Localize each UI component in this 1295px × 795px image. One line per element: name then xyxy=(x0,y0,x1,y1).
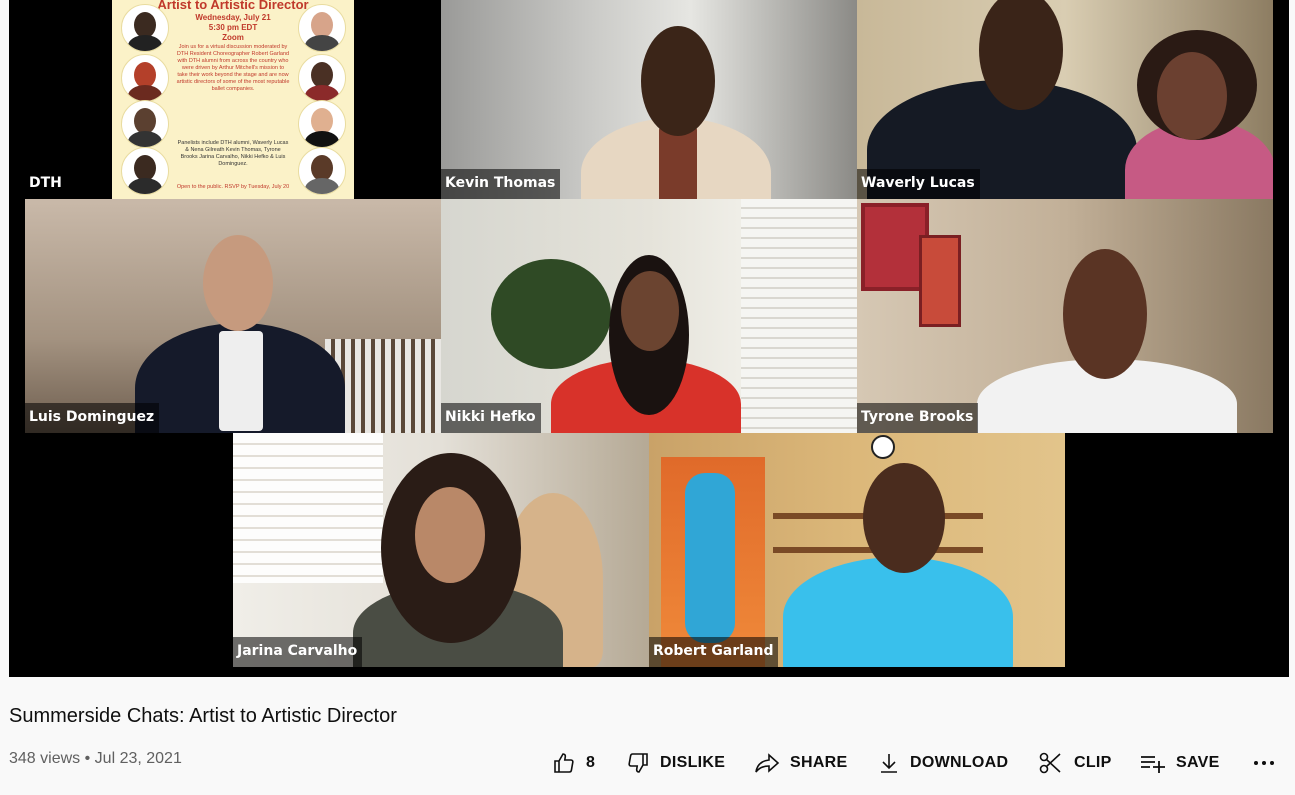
flyer-panelists: Panelists include DTH alumni, Waverly Lu… xyxy=(177,140,289,167)
dislike-button[interactable]: DISLIKE xyxy=(626,745,725,781)
dislike-label: DISLIKE xyxy=(660,754,726,771)
participant-tile-nikki-hefko: Nikki Hefko xyxy=(441,199,857,433)
more-actions-button[interactable] xyxy=(1252,745,1286,781)
like-button[interactable]: 8 xyxy=(552,745,595,781)
participant-tile-jarina-carvalho: Jarina Carvalho xyxy=(233,433,649,667)
participant-tile-robert-garland: Robert Garland xyxy=(649,433,1065,667)
flyer-description: Join us for a virtual discussion moderat… xyxy=(176,44,290,92)
participant-name: Kevin Thomas xyxy=(441,169,561,199)
video-title: Summerside Chats: Artist to Artistic Dir… xyxy=(9,705,397,727)
participant-name: DTH xyxy=(25,169,67,199)
video-player[interactable]: Artist to Artistic Director Wednesday, J… xyxy=(9,0,1289,677)
flyer-avatar xyxy=(298,54,346,102)
playlist-add-icon xyxy=(1141,756,1165,773)
participant-tile-luis-dominguez: Luis Dominguez xyxy=(25,199,441,433)
save-button[interactable]: SAVE xyxy=(1140,745,1220,781)
participant-name: Robert Garland xyxy=(649,637,779,667)
flyer-footer: Open to the public. RSVP by Tuesday, Jul… xyxy=(176,184,290,190)
save-label: SAVE xyxy=(1176,754,1220,771)
more-icon xyxy=(1254,761,1274,765)
download-label: DOWNLOAD xyxy=(910,754,1009,771)
share-label: SHARE xyxy=(790,754,848,771)
participant-tile-tyrone-brooks: Tyrone Brooks xyxy=(857,199,1273,433)
share-button[interactable]: SHARE xyxy=(754,745,848,781)
share-icon xyxy=(755,753,780,773)
flyer-avatar xyxy=(121,54,169,102)
flyer-avatar xyxy=(298,147,346,195)
participant-tile-dth: Artist to Artistic Director Wednesday, J… xyxy=(9,0,441,199)
action-bar: 8 DISLIKE SHARE DOWNLOAD CLIP SAVE xyxy=(0,745,1295,781)
flyer-avatar xyxy=(121,4,169,52)
thumbs-down-icon xyxy=(628,753,648,773)
participant-name: Nikki Hefko xyxy=(441,403,541,433)
download-button[interactable]: DOWNLOAD xyxy=(878,745,1008,781)
participant-tile-kevin-thomas: Kevin Thomas xyxy=(441,0,857,199)
participant-name: Jarina Carvalho xyxy=(233,637,363,667)
flyer-avatar xyxy=(298,100,346,148)
flyer-avatar xyxy=(121,147,169,195)
participant-name: Waverly Lucas xyxy=(857,169,980,199)
event-flyer: Artist to Artistic Director Wednesday, J… xyxy=(112,0,354,199)
participant-name: Luis Dominguez xyxy=(25,403,160,433)
flyer-avatar xyxy=(298,4,346,52)
thumbs-up-icon xyxy=(554,753,574,773)
like-count: 8 xyxy=(586,754,596,771)
clip-button[interactable]: CLIP xyxy=(1038,745,1112,781)
scissors-icon xyxy=(1039,752,1061,774)
clip-label: CLIP xyxy=(1074,754,1112,771)
participant-name: Tyrone Brooks xyxy=(857,403,979,433)
flyer-avatar xyxy=(121,100,169,148)
participant-tile-waverly-lucas: Waverly Lucas xyxy=(857,0,1273,199)
download-icon xyxy=(881,754,897,773)
